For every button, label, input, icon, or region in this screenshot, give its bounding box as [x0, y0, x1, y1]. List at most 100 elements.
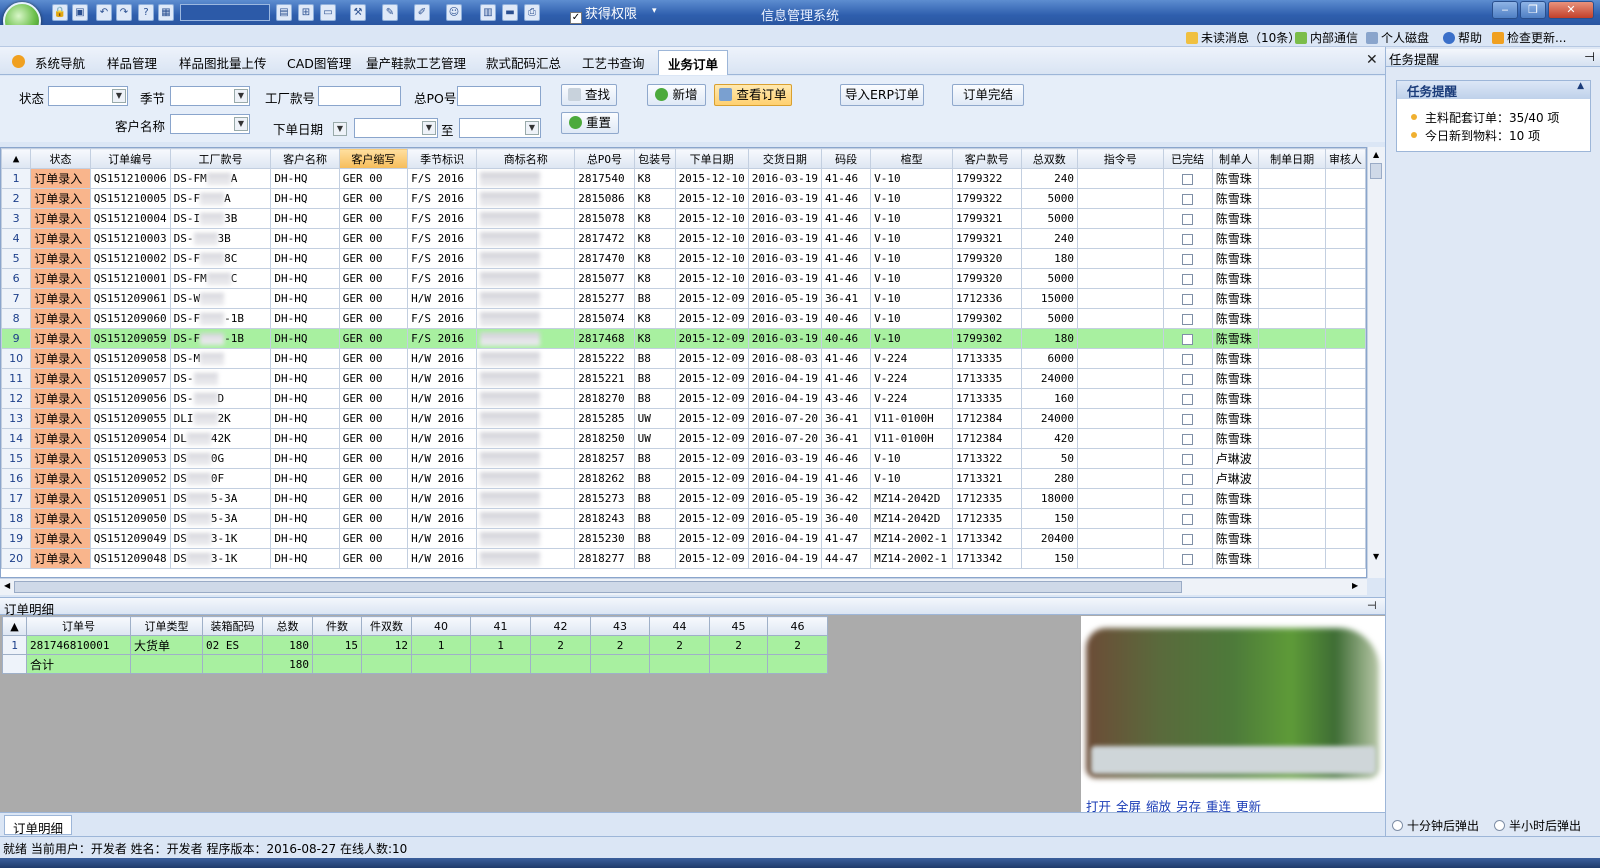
- customer-select[interactable]: ▼: [170, 114, 250, 134]
- cell-completed[interactable]: [1162, 408, 1213, 429]
- cell-delivery-date[interactable]: 2016-03-19: [747, 248, 823, 269]
- cell-customer-abbr[interactable]: GER 00: [338, 208, 409, 229]
- cell-create-date[interactable]: [1258, 188, 1326, 209]
- completed-checkbox[interactable]: [1182, 473, 1194, 485]
- cell-pack[interactable]: K8: [633, 248, 676, 269]
- detail-size-40[interactable]: 1: [411, 635, 471, 655]
- completed-checkbox[interactable]: [1182, 333, 1194, 345]
- table-row[interactable]: 20 订单录入 QS151209048 DS 3-1K DH-HQ GER 00 H/W 20…: [1, 548, 1366, 569]
- internal-comm-link[interactable]: 内部通信: [1295, 29, 1358, 46]
- cell-delivery-date[interactable]: 2016-04-19: [747, 528, 823, 549]
- cell-brand[interactable]: [476, 188, 576, 209]
- cell-creator[interactable]: 陈雪珠: [1211, 508, 1260, 529]
- cell-po[interactable]: 2817468: [574, 328, 635, 349]
- detail-col-42[interactable]: 42: [530, 616, 591, 636]
- cell-po[interactable]: 2815277: [574, 288, 635, 309]
- cell-factory-no[interactable]: DS 5-3A: [169, 488, 272, 509]
- cell-pack[interactable]: K8: [633, 168, 676, 189]
- detail-pieces[interactable]: 15: [312, 635, 362, 655]
- cell-size-range[interactable]: 41-46: [821, 188, 872, 209]
- detail-type[interactable]: 大货单: [130, 635, 203, 655]
- row-number[interactable]: 3: [1, 208, 32, 229]
- cell-order-date[interactable]: 2015-12-09: [674, 388, 749, 409]
- cell-size-range[interactable]: 41-46: [821, 468, 872, 489]
- detail-col-44[interactable]: 44: [649, 616, 710, 636]
- cell-delivery-date[interactable]: 2016-04-19: [747, 388, 823, 409]
- cell-factory-no[interactable]: DS-F -1B: [169, 308, 272, 329]
- lock-icon[interactable]: 🔒: [52, 4, 68, 21]
- cell-customer-abbr[interactable]: GER 00: [338, 468, 409, 489]
- cell-order-date[interactable]: 2015-12-09: [674, 408, 749, 429]
- completed-checkbox[interactable]: [1182, 433, 1194, 445]
- cell-order-date[interactable]: 2015-12-09: [674, 448, 749, 469]
- cell-brand[interactable]: [476, 548, 576, 569]
- cell-last[interactable]: V-10: [870, 448, 953, 469]
- cell-order-no[interactable]: QS151209060: [89, 308, 171, 329]
- cell-total-pairs[interactable]: 150: [1020, 548, 1078, 569]
- col-brand[interactable]: 商标名称: [476, 148, 576, 169]
- cell-creator[interactable]: 陈雪珠: [1211, 368, 1260, 389]
- cell-instruction[interactable]: [1076, 468, 1164, 489]
- detail-col-type[interactable]: 订单类型: [130, 616, 203, 636]
- col-size-range[interactable]: 码段: [821, 148, 872, 169]
- row-lock-icon[interactable]: ▲: [2, 616, 27, 636]
- row-number[interactable]: 12: [1, 388, 32, 409]
- cell-completed[interactable]: [1162, 388, 1213, 409]
- table-row[interactable]: 6 订单录入 QS151210001 DS-FM C DH-HQ GER 00 F/S 201…: [1, 268, 1366, 289]
- cell-customer-abbr[interactable]: GER 00: [338, 288, 409, 309]
- cell-delivery-date[interactable]: 2016-04-19: [747, 368, 823, 389]
- col-customer-style[interactable]: 客户款号: [951, 148, 1022, 169]
- detail-col-pieces[interactable]: 件数: [312, 616, 362, 636]
- cell-po[interactable]: 2815230: [574, 528, 635, 549]
- cell-brand[interactable]: [476, 388, 576, 409]
- cell-season[interactable]: H/W 2016: [407, 448, 478, 469]
- cell-po[interactable]: 2815078: [574, 208, 635, 229]
- cell-customer-style[interactable]: 1799320: [951, 248, 1022, 269]
- cell-size-range[interactable]: 41-46: [821, 368, 872, 389]
- cell-size-range[interactable]: 36-42: [821, 488, 872, 509]
- cell-season[interactable]: H/W 2016: [407, 288, 478, 309]
- cell-order-no[interactable]: QS151209059: [89, 328, 171, 349]
- cell-pack[interactable]: B8: [633, 468, 676, 489]
- cell-brand[interactable]: [476, 408, 576, 429]
- row-number[interactable]: 17: [1, 488, 32, 509]
- cell-instruction[interactable]: [1076, 288, 1164, 309]
- view-order-button[interactable]: 查看订单: [714, 84, 792, 106]
- quick-access-dropdown-icon[interactable]: ▾: [652, 6, 657, 16]
- cell-creator[interactable]: 陈雪珠: [1211, 548, 1260, 569]
- cell-factory-no[interactable]: DS-I 3B: [169, 208, 272, 229]
- cell-size-range[interactable]: 41-46: [821, 348, 872, 369]
- cell-customer-style[interactable]: 1713322: [951, 448, 1022, 469]
- cell-total-pairs[interactable]: 180: [1020, 328, 1078, 349]
- cell-order-no[interactable]: QS151209048: [89, 548, 171, 569]
- cell-last[interactable]: V-224: [870, 368, 953, 389]
- cell-creator[interactable]: 卢琳波: [1211, 448, 1260, 469]
- row-number[interactable]: 1: [1, 168, 32, 189]
- status-select[interactable]: ▼: [48, 86, 128, 106]
- popup-10min-radio[interactable]: 十分钟后弹出: [1392, 817, 1479, 834]
- col-order-no[interactable]: 订单编号: [89, 148, 171, 169]
- row-number[interactable]: 8: [1, 308, 32, 329]
- cell-completed[interactable]: [1162, 228, 1213, 249]
- cell-instruction[interactable]: [1076, 548, 1164, 569]
- scroll-up-icon[interactable]: ▲: [1373, 150, 1379, 159]
- cell-customer[interactable]: DH-HQ: [270, 548, 340, 569]
- cell-factory-no[interactable]: DL 42K: [169, 428, 272, 449]
- cell-season[interactable]: F/S 2016: [407, 268, 478, 289]
- col-instruction[interactable]: 指令号: [1076, 148, 1164, 169]
- cell-order-date[interactable]: 2015-12-10: [674, 188, 749, 209]
- cell-po[interactable]: 2815074: [574, 308, 635, 329]
- cell-pack[interactable]: B8: [633, 348, 676, 369]
- cell-status[interactable]: 订单录入: [30, 388, 91, 409]
- detail-size-46[interactable]: 2: [767, 635, 828, 655]
- cell-pack[interactable]: K8: [633, 268, 676, 289]
- cell-create-date[interactable]: [1258, 408, 1326, 429]
- cell-size-range[interactable]: 40-46: [821, 308, 872, 329]
- cell-season[interactable]: H/W 2016: [407, 408, 478, 429]
- tools-icon[interactable]: ⚒: [350, 4, 366, 21]
- cell-instruction[interactable]: [1076, 328, 1164, 349]
- completed-checkbox[interactable]: [1182, 553, 1194, 565]
- cell-pack[interactable]: B8: [633, 488, 676, 509]
- cell-pack[interactable]: UW: [633, 408, 676, 429]
- cell-total-pairs[interactable]: 20400: [1020, 528, 1078, 549]
